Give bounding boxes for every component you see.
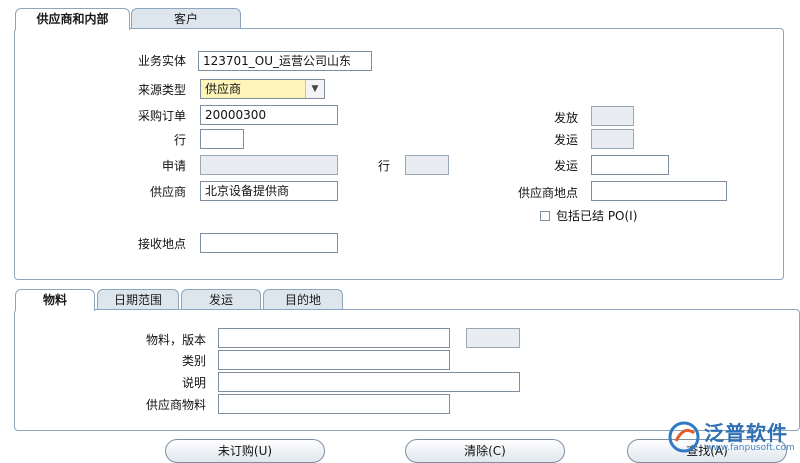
item-revision-label: 物料，版本 [145,333,206,347]
item-field[interactable] [218,328,450,348]
tab-supplier-internal[interactable]: 供应商和内部 [15,8,130,30]
shipment-label: 发运 [553,133,578,147]
fanpu-logo: 泛普软件 www.fanpusoft.com [664,417,795,459]
supplier-site-field[interactable] [591,181,727,201]
source-type-select[interactable]: 供应商 ▼ [200,79,325,99]
supplier-field[interactable]: 北京设备提供商 [200,181,338,201]
tab-customer[interactable]: 客户 [131,8,241,28]
tab-date-range[interactable]: 日期范围 [97,289,179,309]
business-entity-label: 业务实体 [137,54,186,68]
description-field[interactable] [218,372,520,392]
include-closed-checkbox[interactable] [540,211,550,221]
category-field[interactable] [218,350,450,370]
logo-text: 泛普软件 [704,421,788,445]
tab-item[interactable]: 物料 [15,289,95,311]
supplier-item-label: 供应商物料 [145,398,206,412]
category-label: 类别 [181,354,206,368]
source-type-value: 供应商 [205,82,242,96]
request-line-field[interactable] [405,155,449,175]
po-label: 采购订单 [137,109,186,123]
revision-field[interactable] [466,328,520,348]
unordered-button[interactable]: 未订购(U) [165,439,325,463]
po-line-label: 行 [173,133,186,147]
shipment2-field[interactable] [591,155,669,175]
shipment-field[interactable] [591,129,634,149]
business-entity-field[interactable]: 123701_OU_运营公司山东 [198,51,372,71]
request-line-label: 行 [377,159,390,173]
include-closed-label: 包括已结 PO(I) [556,209,638,223]
source-type-label: 来源类型 [137,83,186,97]
po-field[interactable]: 20000300 [200,105,338,125]
po-line-field[interactable] [200,129,244,149]
request-label: 申请 [161,159,186,173]
clear-button[interactable]: 清除(C) [405,439,565,463]
description-label: 说明 [181,376,206,390]
receiving-location-label: 接收地点 [137,237,186,251]
dropdown-arrow-icon[interactable]: ▼ [305,80,324,98]
supplier-item-field[interactable] [218,394,450,414]
request-field[interactable] [200,155,338,175]
receiving-location-field[interactable] [200,233,338,253]
logo-url: www.fanpusoft.com [706,443,795,453]
tab-shipment[interactable]: 发运 [181,289,261,309]
supplier-site-label: 供应商地点 [517,186,578,200]
shipment2-label: 发运 [553,159,578,173]
release-label: 发放 [553,111,578,125]
supplier-label: 供应商 [149,185,186,199]
tab-destination[interactable]: 目的地 [263,289,343,309]
release-field[interactable] [591,106,634,126]
